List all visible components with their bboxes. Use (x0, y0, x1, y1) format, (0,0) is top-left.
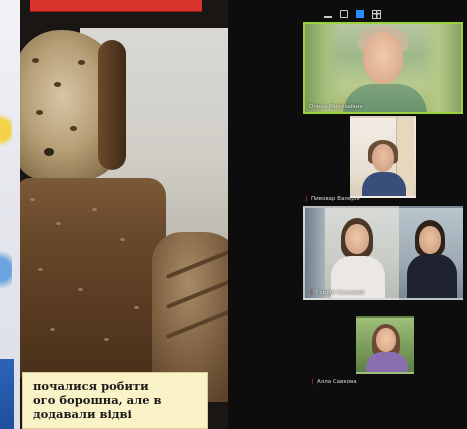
participant-face (376, 328, 396, 352)
bread-score (165, 309, 228, 339)
shared-screen-slide: почалися робити ого борошна, але в додав… (20, 0, 228, 429)
participant-video-tile[interactable]: Олена Миколаївна (303, 22, 463, 114)
participant-name-label: ❘ Пивовар Валерія (304, 195, 360, 203)
bread-grain (104, 338, 109, 341)
background-decoration (0, 359, 14, 429)
view-toolbar (324, 8, 381, 20)
bread-score (165, 279, 228, 309)
bread-seed (44, 148, 54, 156)
bread-crust (98, 40, 126, 170)
background-decoration (0, 245, 12, 295)
participant-body (366, 352, 408, 372)
participant-name: Гордій Сасковий (316, 290, 365, 296)
bread-seed (78, 60, 85, 65)
bread-seed (36, 110, 43, 115)
bread-seed (70, 126, 77, 131)
participant-name: Пивовар Валерія (311, 196, 360, 202)
participants-panel: Олена Миколаївна ❘ Пивовар Валерія ❘ Гор… (228, 0, 467, 429)
mic-muted-icon: ❘ (309, 289, 315, 296)
bread-grain (78, 288, 83, 291)
bread-grain (134, 306, 139, 309)
grid-icon[interactable] (372, 9, 381, 19)
participant-video-tile[interactable]: ❘ Гордій Сасковий (303, 206, 399, 300)
background-plant (421, 24, 461, 112)
participant-face (372, 144, 394, 172)
slide-caption: почалися робити ого борошна, але в додав… (22, 372, 208, 429)
bread-loaf-image (20, 178, 166, 378)
mic-muted-icon: ❘ (310, 378, 316, 385)
participant-name-label: ❘ Алла Савкова (310, 378, 357, 386)
participant-video-tile[interactable] (399, 206, 463, 300)
participant-video-tile[interactable] (350, 116, 416, 198)
left-frame (0, 0, 20, 429)
participant-face (419, 226, 441, 254)
bread-seed (32, 58, 39, 63)
minimize-icon[interactable] (324, 16, 332, 18)
caption-line: додавали відві (33, 407, 132, 421)
bread-grain (50, 328, 55, 331)
participant-body (407, 254, 457, 298)
participant-name-label: Олена Миколаївна (309, 104, 363, 110)
bread-slice-image (20, 30, 126, 180)
participant-name-label: ❘ Гордій Сасковий (309, 289, 365, 297)
bread-grain (56, 222, 61, 225)
slide-title-banner (30, 0, 202, 12)
bread-grain (30, 198, 35, 201)
caption-line: ого борошна, але в (33, 393, 162, 407)
background-plant (305, 24, 341, 112)
caption-line: почалися робити (33, 379, 149, 393)
participant-name: Олена Миколаївна (309, 104, 363, 110)
speaker-view-icon[interactable] (340, 10, 348, 18)
bread-seed (54, 82, 61, 87)
participant-video-tile[interactable] (356, 316, 414, 374)
mic-muted-icon: ❘ (304, 195, 310, 202)
background-decoration (0, 110, 12, 150)
bread-grain (38, 268, 43, 271)
participant-body (362, 172, 406, 196)
bread-score (165, 249, 228, 279)
bread-grain (92, 208, 97, 211)
background-curtain (305, 208, 325, 298)
gallery-view-icon[interactable] (356, 10, 364, 18)
participant-face (345, 224, 369, 254)
participant-face (363, 32, 403, 84)
participant-name: Алла Савкова (317, 379, 357, 385)
bread-grain (120, 238, 125, 241)
